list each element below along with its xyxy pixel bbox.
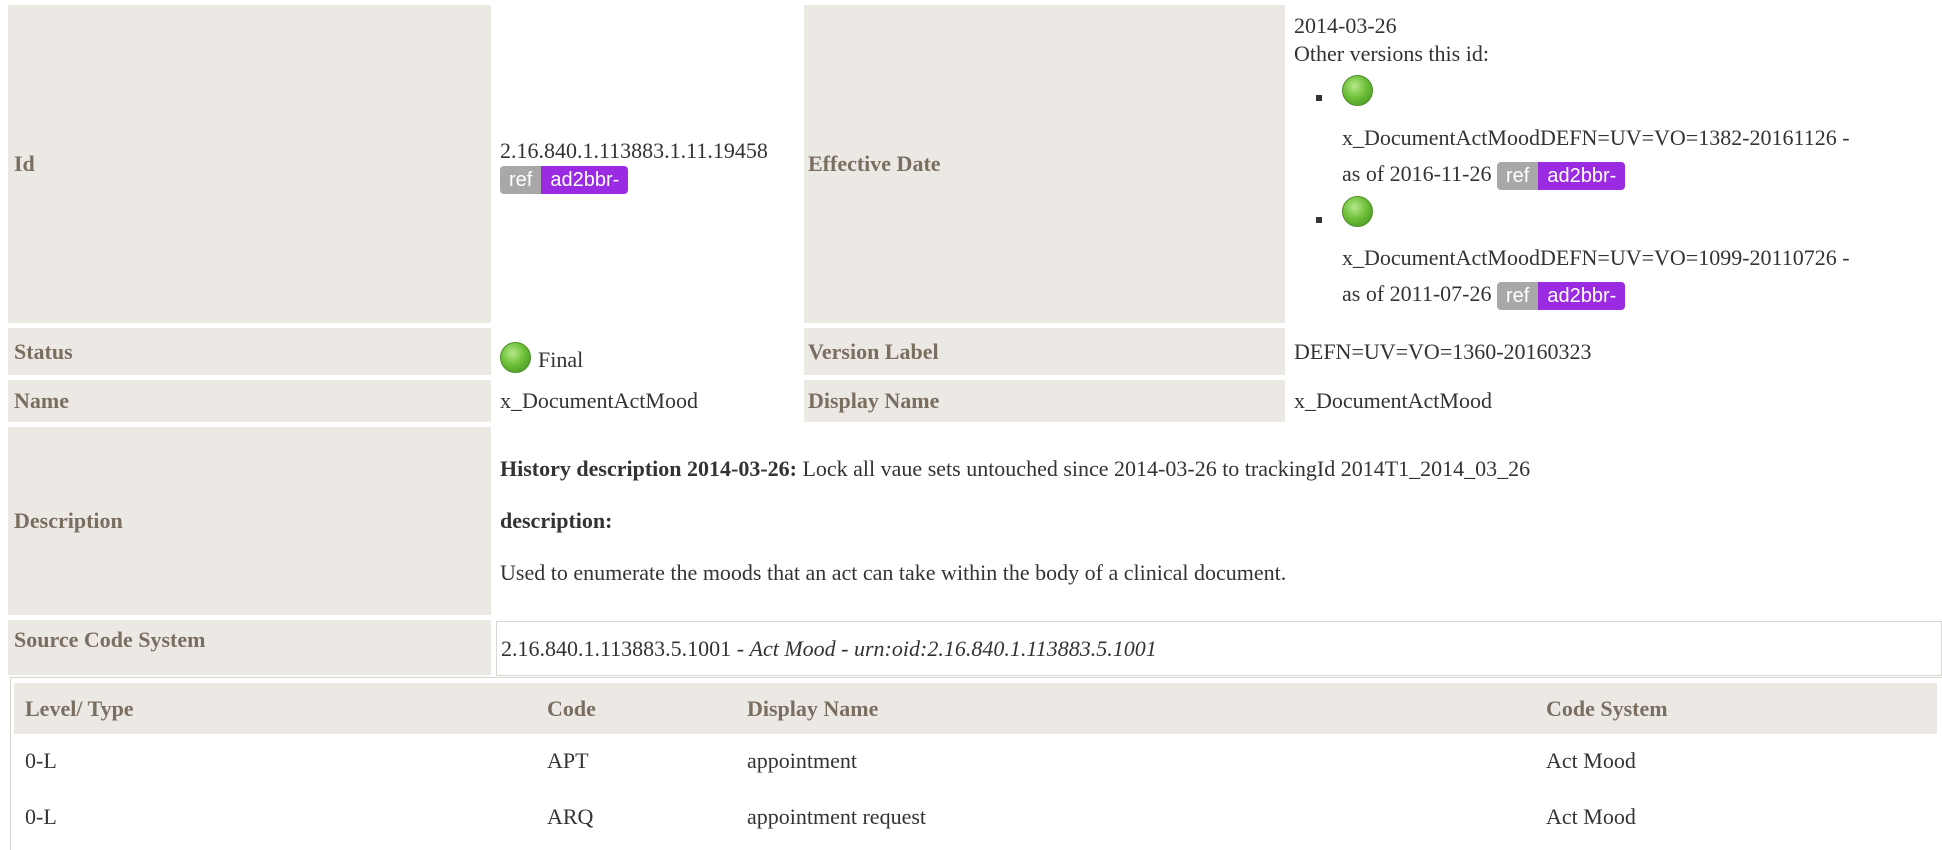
cell-code: ARQ [547, 804, 594, 829]
version-asof: as of 2016-11-26 [1342, 161, 1492, 186]
source-code-system-label: Source Code System [8, 620, 491, 675]
display-name-value: x_DocumentActMood [1294, 388, 1492, 413]
ref-badge-tag: ad2bbr- [541, 166, 629, 194]
version-item: x_DocumentActMoodDEFN=UV=VO=1099-2011072… [1342, 240, 1937, 312]
ref-badge-tag: ad2bbr- [1538, 161, 1626, 190]
ref-badge[interactable]: ref ad2bbr- [1497, 281, 1626, 310]
source-code-system-cell: 2.16.840.1.113883.5.1001 - Act Mood - ur… [496, 621, 1942, 676]
separator: - [731, 636, 750, 661]
version-name[interactable]: x_DocumentActMoodDEFN=UV=VO=1099-2011072… [1342, 240, 1937, 276]
status-green-icon [1342, 75, 1373, 106]
id-label: Id [8, 5, 491, 323]
version-asof: as of 2011-07-26 [1342, 281, 1492, 306]
effective-date-cell: 2014-03-26 Other versions this id: [1294, 12, 1934, 68]
column-header-code-system[interactable]: Code System [1546, 683, 1668, 734]
status-final-icon [500, 342, 531, 373]
source-urn: urn:oid:2.16.840.1.113883.5.1001 [854, 636, 1157, 661]
description-cell: History description 2014-03-26: Lock all… [500, 455, 1930, 587]
version-label-label: Version Label [804, 328, 1285, 375]
id-value: 2.16.840.1.113883.1.11.19458 [500, 138, 768, 163]
column-header-level-type[interactable]: Level/ Type [25, 683, 134, 734]
bullet [1316, 95, 1322, 101]
version-label-value: DEFN=UV=VO=1360-20160323 [1294, 339, 1592, 364]
status-green-icon [1342, 196, 1373, 227]
other-versions-label: Other versions this id: [1294, 41, 1489, 66]
ref-badge-tag: ad2bbr- [1538, 281, 1626, 310]
version-name[interactable]: x_DocumentActMoodDEFN=UV=VO=1382-2016112… [1342, 120, 1937, 156]
status-value-cell: Final [500, 333, 800, 373]
description-text: Used to enumerate the moods that an act … [500, 560, 1287, 585]
display-name-label: Display Name [804, 380, 1285, 422]
column-header-code[interactable]: Code [547, 683, 596, 734]
name-value: x_DocumentActMood [500, 388, 698, 413]
bullet [1316, 217, 1322, 223]
version-item: x_DocumentActMoodDEFN=UV=VO=1382-2016112… [1342, 120, 1937, 192]
cell-display-name: appointment [747, 748, 857, 773]
effective-date-value: 2014-03-26 [1294, 13, 1397, 38]
name-label: Name [8, 380, 491, 422]
history-heading: History description 2014-03-26: [500, 456, 797, 481]
status-label: Status [8, 328, 491, 375]
cell-code-system: Act Mood [1546, 804, 1636, 829]
cell-level-type: 0-L [25, 748, 57, 773]
cell-code-system: Act Mood [1546, 748, 1636, 773]
history-text: Lock all vaue sets untouched since 2014-… [802, 456, 1531, 481]
status-value: Final [538, 347, 584, 372]
source-oid: 2.16.840.1.113883.5.1001 [501, 636, 732, 661]
ref-badge-label: ref [500, 166, 542, 194]
ref-badge-label: ref [1497, 161, 1539, 190]
separator: - [835, 636, 854, 661]
source-name: Act Mood [749, 636, 836, 661]
description-label: Description [8, 427, 491, 615]
cell-level-type: 0-L [25, 804, 57, 829]
column-header-display-name[interactable]: Display Name [747, 683, 878, 734]
description-heading: description: [500, 508, 613, 533]
ref-badge-label: ref [1497, 281, 1539, 310]
id-value-cell: 2.16.840.1.113883.1.11.19458 ref ad2bbr- [500, 138, 800, 194]
effective-date-label: Effective Date [804, 5, 1285, 323]
cell-display-name: appointment request [747, 804, 927, 829]
cell-code: APT [547, 748, 589, 773]
ref-badge[interactable]: ref ad2bbr- [1497, 161, 1626, 190]
ref-badge[interactable]: ref ad2bbr- [500, 166, 629, 194]
